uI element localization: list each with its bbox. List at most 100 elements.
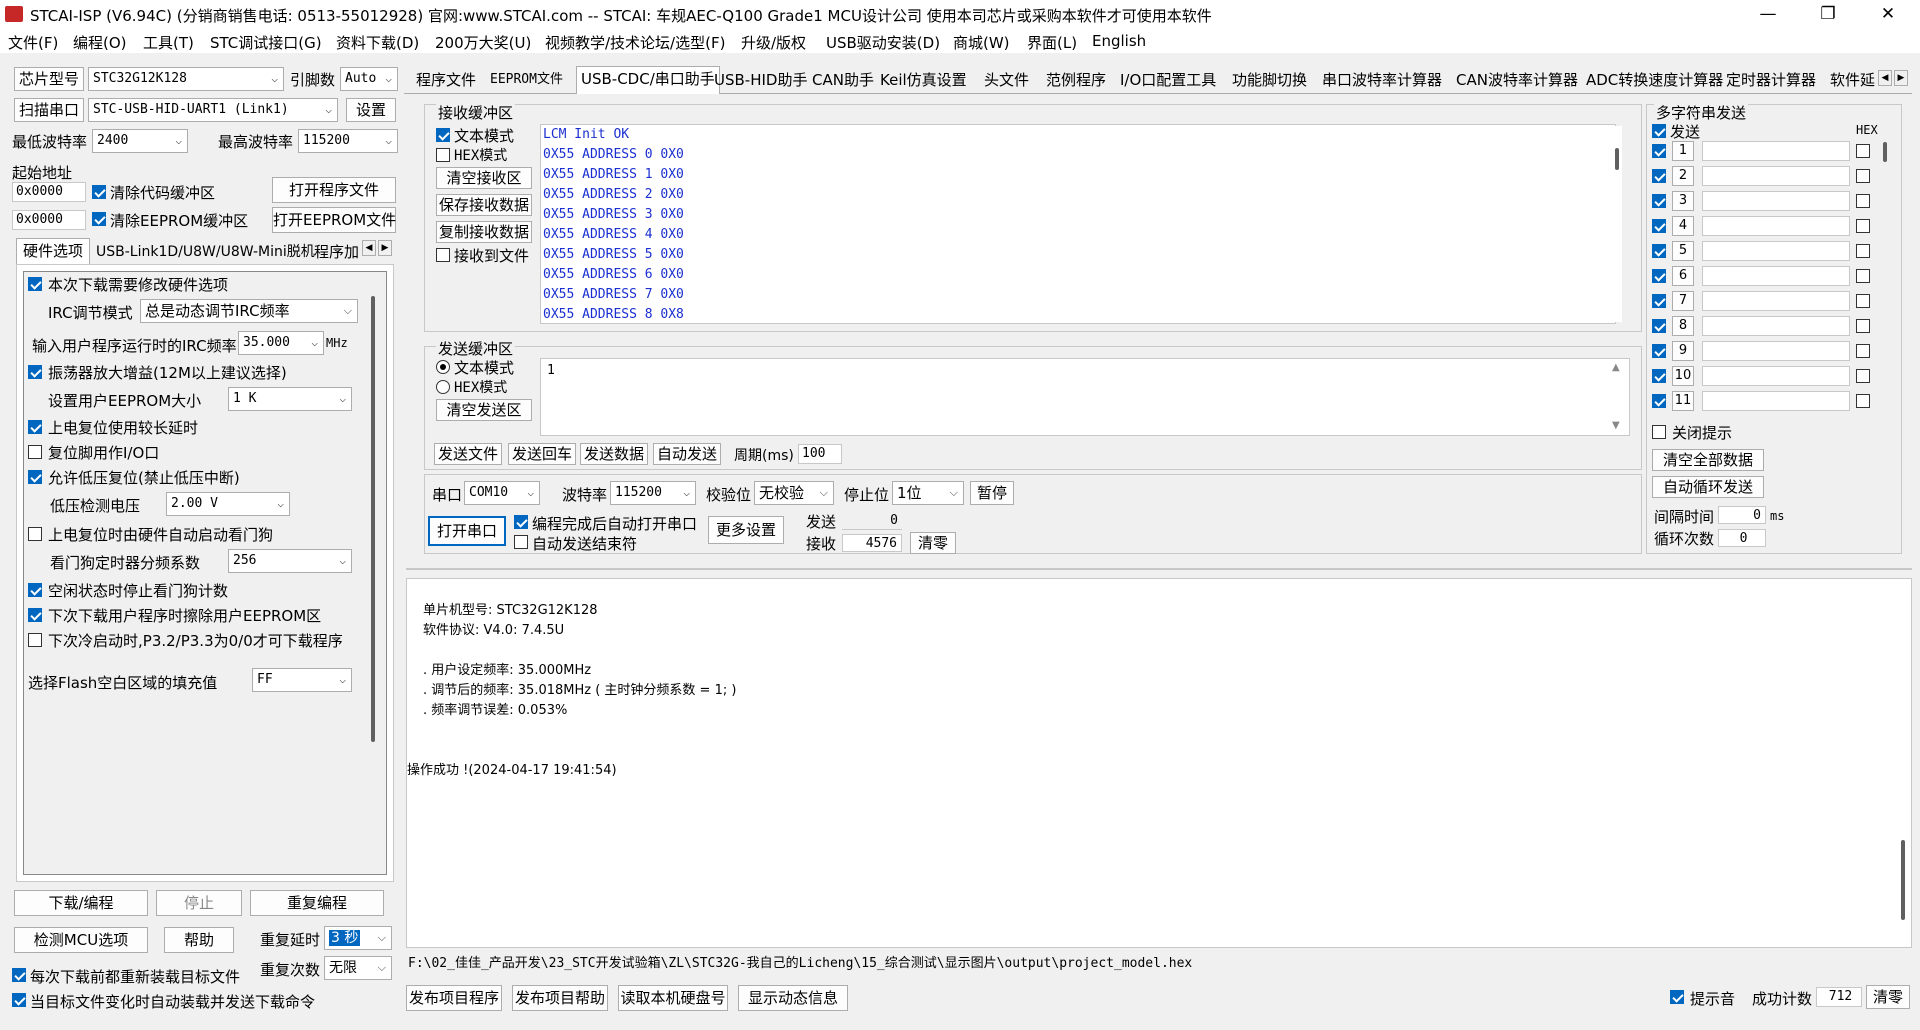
tab-eeprom-file[interactable]: EEPROM文件 xyxy=(486,68,567,94)
multi-send-checkbox[interactable] xyxy=(1652,319,1666,333)
close-tip-checkbox[interactable] xyxy=(1652,425,1666,439)
output-log[interactable]: 单片机型号: STC32G12K128 软件协议: V4.0: 7.4.5U .… xyxy=(406,578,1912,948)
send-cr-button[interactable]: 发送回车 xyxy=(508,443,576,465)
com-port-select[interactable]: COM10 ⌵ xyxy=(464,481,540,505)
multi-scrollbar[interactable] xyxy=(1882,140,1890,184)
clear-code-checkbox[interactable] xyxy=(92,185,106,199)
tab-keil[interactable]: Keil仿真设置 xyxy=(876,68,971,94)
long-delay-checkbox[interactable] xyxy=(28,420,42,434)
multi-hex-checkbox[interactable] xyxy=(1856,219,1870,233)
auto-open-port-checkbox[interactable] xyxy=(514,515,528,529)
tab-timer-calc[interactable]: 定时器计算器 xyxy=(1722,68,1820,94)
loop-count-input[interactable]: 0 xyxy=(1718,529,1766,547)
multi-hex-checkbox[interactable] xyxy=(1856,169,1870,183)
min-baud-select[interactable]: 2400 ⌵ xyxy=(92,129,188,153)
tab-io-config[interactable]: I/O口配置工具 xyxy=(1116,68,1220,94)
multi-send-input[interactable] xyxy=(1702,366,1850,386)
multi-send-row-button[interactable]: 11 xyxy=(1672,391,1694,411)
tab-usb-link-offline[interactable]: USB-Link1D/U8W/U8W-Mini脱机 xyxy=(96,240,315,264)
clear-eeprom-checkbox[interactable] xyxy=(92,212,106,226)
clear-success-count-button[interactable]: 清零 xyxy=(1866,985,1910,1009)
multi-hex-checkbox[interactable] xyxy=(1856,194,1870,208)
multi-send-checkbox[interactable] xyxy=(1652,144,1666,158)
tab-program-more[interactable]: 程序加 xyxy=(314,240,362,264)
multi-hex-checkbox[interactable] xyxy=(1856,319,1870,333)
auto-send-button[interactable]: 自动发送 xyxy=(653,443,721,465)
multi-send-input[interactable] xyxy=(1702,266,1850,286)
tab-hardware-options[interactable]: 硬件选项 xyxy=(16,238,90,264)
menu-file[interactable]: 文件(F) xyxy=(8,32,58,53)
multi-send-checkbox[interactable] xyxy=(1652,219,1666,233)
hw-wdt-checkbox[interactable] xyxy=(28,527,42,541)
multi-send-row-button[interactable]: 8 xyxy=(1672,316,1694,336)
multi-hex-checkbox[interactable] xyxy=(1856,244,1870,258)
show-dynamic-info-button[interactable]: 显示动态信息 xyxy=(738,985,848,1011)
multi-send-checkbox[interactable] xyxy=(1652,194,1666,208)
tab-uart-baud-calc[interactable]: 串口波特率计算器 xyxy=(1318,68,1446,94)
multi-send-input[interactable] xyxy=(1702,291,1850,311)
publish-help-button[interactable]: 发布项目帮助 xyxy=(512,985,608,1011)
open-eeprom-file-button[interactable]: 打开EEPROM文件 xyxy=(272,207,396,233)
open-port-button[interactable]: 打开串口 xyxy=(428,516,506,546)
multi-send-row-button[interactable]: 1 xyxy=(1672,141,1694,161)
menu-tools[interactable]: 工具(T) xyxy=(143,32,194,53)
copy-receive-button[interactable]: 复制接收数据 xyxy=(436,221,532,243)
multi-send-row-button[interactable]: 2 xyxy=(1672,166,1694,186)
scan-port-button[interactable]: 扫描串口 xyxy=(14,98,84,122)
multi-hex-checkbox[interactable] xyxy=(1856,294,1870,308)
menu-shop[interactable]: 商城(W) xyxy=(953,32,1010,53)
reset-io-checkbox[interactable] xyxy=(28,445,42,459)
send-file-button[interactable]: 发送文件 xyxy=(434,443,502,465)
multi-send-row-button[interactable]: 3 xyxy=(1672,191,1694,211)
stop-button[interactable]: 停止 xyxy=(156,890,242,916)
multi-send-all-checkbox[interactable] xyxy=(1652,124,1666,138)
multi-send-checkbox[interactable] xyxy=(1652,244,1666,258)
send-scroll-up-icon[interactable]: ▲ xyxy=(1612,362,1620,373)
wdt-div-select[interactable]: 256 ⌵ xyxy=(228,549,352,573)
repeat-count-select[interactable]: 无限 ⌵ xyxy=(324,956,392,980)
pins-select[interactable]: Auto ⌵ xyxy=(340,67,398,91)
eeprom-address-input[interactable]: 0x0000 xyxy=(12,210,86,230)
auto-loop-send-button[interactable]: 自动循环发送 xyxy=(1652,476,1764,498)
detect-mcu-button[interactable]: 检测MCU选项 xyxy=(14,927,148,953)
baud-select[interactable]: 115200 ⌵ xyxy=(610,481,696,505)
multi-hex-checkbox[interactable] xyxy=(1856,269,1870,283)
send-text-mode-radio[interactable] xyxy=(436,360,450,374)
download-program-button[interactable]: 下载/编程 xyxy=(14,890,148,916)
multi-send-input[interactable] xyxy=(1702,141,1850,161)
send-hex-mode-radio[interactable] xyxy=(436,380,450,394)
menu-english[interactable]: English xyxy=(1092,32,1146,50)
tab-usb-cdc-serial[interactable]: USB-CDC/串口助手 xyxy=(576,66,720,94)
chip-model-select[interactable]: STC32G12K128 ⌵ xyxy=(88,67,284,91)
port-select[interactable]: STC-USB-HID-UART1 (Link1) ⌵ xyxy=(88,98,338,122)
close-button[interactable]: ✕ xyxy=(1862,0,1914,29)
tab-can-baud-calc[interactable]: CAN波特率计算器 xyxy=(1452,68,1582,94)
clear-count-button[interactable]: 清零 xyxy=(910,532,956,554)
tab-program-file[interactable]: 程序文件 xyxy=(412,68,480,94)
multi-send-input[interactable] xyxy=(1702,191,1850,211)
multi-hex-checkbox[interactable] xyxy=(1856,369,1870,383)
interval-input[interactable]: 0 xyxy=(1718,506,1766,524)
right-tab-scroll-left-icon[interactable]: ◀ xyxy=(1878,70,1892,86)
multi-send-checkbox[interactable] xyxy=(1652,269,1666,283)
tab-examples[interactable]: 范例程序 xyxy=(1042,68,1110,94)
send-data-button[interactable]: 发送数据 xyxy=(580,443,648,465)
options-scrollbar[interactable] xyxy=(370,290,378,750)
recv-hex-mode-checkbox[interactable] xyxy=(436,148,450,162)
multi-hex-checkbox[interactable] xyxy=(1856,394,1870,408)
parity-select[interactable]: 无校验 ⌵ xyxy=(754,481,834,505)
multi-send-row-button[interactable]: 5 xyxy=(1672,241,1694,261)
menu-video[interactable]: 视频教学/技术论坛/选型(F) xyxy=(545,32,725,53)
multi-send-row-button[interactable]: 10 xyxy=(1672,366,1694,386)
tab-adc-calc[interactable]: ADC转换速度计算器 xyxy=(1582,68,1727,94)
multi-send-checkbox[interactable] xyxy=(1652,294,1666,308)
autoload-checkbox[interactable] xyxy=(12,993,26,1007)
multi-send-row-button[interactable]: 6 xyxy=(1672,266,1694,286)
multi-send-input[interactable] xyxy=(1702,391,1850,411)
modify-hw-checkbox[interactable] xyxy=(28,277,42,291)
send-scroll-down-icon[interactable]: ▼ xyxy=(1612,420,1620,431)
recv-text-mode-checkbox[interactable] xyxy=(436,128,450,142)
pause-button[interactable]: 暂停 xyxy=(970,481,1014,505)
multi-send-checkbox[interactable] xyxy=(1652,169,1666,183)
port-settings-button[interactable]: 设置 xyxy=(346,98,396,122)
